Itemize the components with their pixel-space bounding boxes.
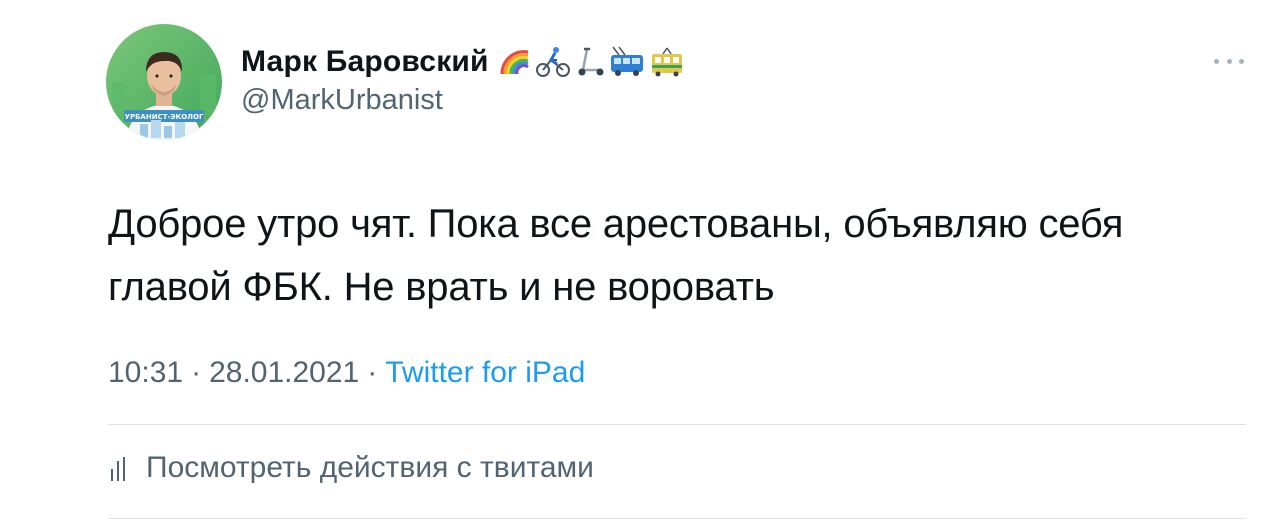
tweet-time[interactable]: 10:31: [108, 356, 183, 390]
tweet-text: Доброе утро чят. Пока все арестованы, об…: [108, 202, 1124, 309]
meta-separator: ·: [367, 356, 378, 389]
avatar-badge-text: УРБАНИСТ-ЭКОЛОГ: [125, 113, 204, 121]
analytics-icon: [108, 453, 132, 483]
tram-icon: [649, 46, 685, 78]
tweet-date[interactable]: 28.01.2021: [209, 356, 359, 390]
cyclist-icon: [535, 46, 571, 78]
view-tweet-activity-label: Посмотреть действия с твитами: [146, 451, 594, 484]
tweet-source-link[interactable]: Twitter for iPad: [385, 356, 585, 390]
trolleybus-icon: [609, 46, 645, 78]
username[interactable]: @MarkUrbanist: [241, 84, 443, 117]
meta-separator: ·: [191, 356, 202, 389]
display-name[interactable]: Марк Баровский: [241, 42, 685, 82]
name-emojis: [499, 46, 685, 78]
more-options-icon[interactable]: [1214, 54, 1244, 68]
rainbow-icon: [499, 46, 531, 78]
kick-scooter-icon: [575, 46, 605, 78]
tweet-card: УРБАНИСТ-ЭКОЛОГ Марк Баровский @MarkUrba…: [0, 0, 1280, 527]
tweet-meta: 10:31 · 28.01.2021 · Twitter for iPad: [108, 356, 585, 390]
display-name-text[interactable]: Марк Баровский: [241, 45, 489, 79]
divider: [108, 518, 1246, 519]
divider: [108, 424, 1246, 425]
view-tweet-activity-button[interactable]: Посмотреть действия с твитами: [108, 448, 594, 488]
avatar[interactable]: УРБАНИСТ-ЭКОЛОГ: [106, 24, 222, 140]
avatar-image: УРБАНИСТ-ЭКОЛОГ: [106, 24, 222, 140]
